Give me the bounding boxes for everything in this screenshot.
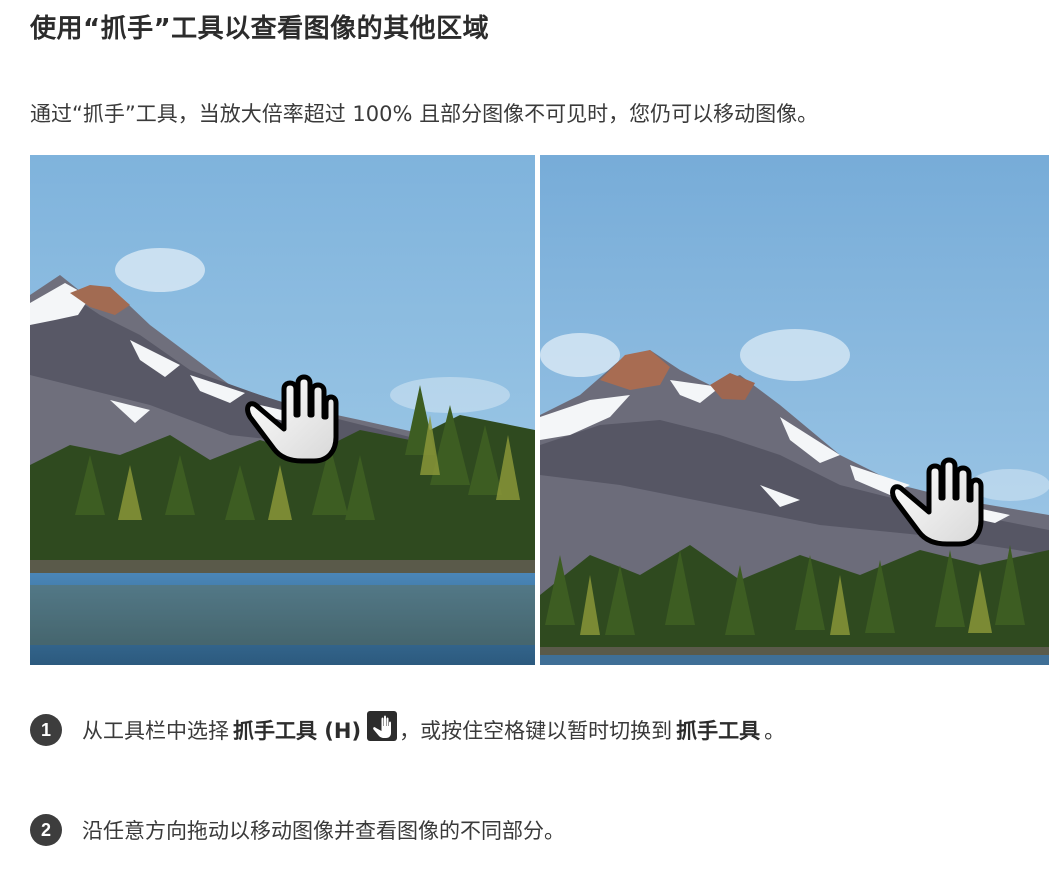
hand-tool-name-2: 抓手工具 xyxy=(676,719,761,743)
step-number-badge: 2 xyxy=(30,814,62,846)
intro-paragraph: 通过“抓手”工具，当放大倍率超过 100% 且部分图像不可见时，您仍可以移动图像… xyxy=(30,102,819,126)
landscape-illustration-panned xyxy=(540,155,1049,665)
step-1-part1: 从工具栏中选择 xyxy=(82,719,229,743)
hand-tool-icon xyxy=(367,711,398,741)
page-title: 使用“抓手”工具以查看图像的其他区域 xyxy=(30,14,490,44)
landscape-illustration xyxy=(30,155,535,665)
step-1-text: 从工具栏中选择 抓手工具 (H) ，或按住空格键以暂时切换到 抓手工具 。 xyxy=(82,711,786,745)
step-2-text: 沿任意方向拖动以移动图像并查看图像的不同部分。 xyxy=(82,819,565,843)
hand-tool-name: 抓手工具 (H) xyxy=(233,719,362,743)
step-1-part3: 。 xyxy=(764,719,786,743)
step-number-badge: 1 xyxy=(30,714,62,746)
step-1: 1 从工具栏中选择 抓手工具 (H) ，或按住空格键以暂时切换到 抓手工具 。 xyxy=(30,711,786,746)
landscape-image-after xyxy=(540,155,1049,665)
step-2: 2 沿任意方向拖动以移动图像并查看图像的不同部分。 xyxy=(30,814,565,846)
step-1-part2: ，或按住空格键以暂时切换到 xyxy=(399,719,673,743)
landscape-image-before xyxy=(30,155,535,665)
